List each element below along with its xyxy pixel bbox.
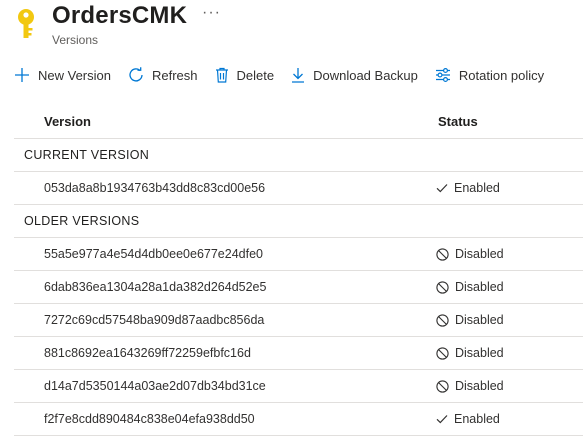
- status-text: Enabled: [454, 181, 500, 195]
- table-row[interactable]: 053da8a8b1934763b43dd8c83cd00e56 Enabled: [14, 172, 583, 205]
- version-id[interactable]: 55a5e977a4e54d4db0ee0e677e24dfe0: [44, 238, 263, 270]
- status-text: Disabled: [455, 346, 504, 360]
- new-version-button[interactable]: New Version: [14, 62, 111, 88]
- page-header: OrdersCMK Versions ···: [0, 0, 583, 58]
- blocked-icon: [436, 247, 449, 261]
- command-bar: New Version Refresh Delete Download Back…: [14, 62, 544, 88]
- table-header: Version Status: [14, 106, 583, 139]
- page-subtitle: Versions: [52, 33, 99, 47]
- version-id[interactable]: 7272c69cd57548ba909d87aadbc856da: [44, 304, 264, 336]
- table-row[interactable]: 55a5e977a4e54d4db0ee0e677e24dfe0 Disable…: [14, 238, 583, 271]
- versions-table: Version Status CURRENT VERSION 053da8a8b…: [14, 106, 583, 436]
- table-row[interactable]: 881c8692ea1643269ff72259efbfc16d Disable…: [14, 337, 583, 370]
- refresh-button[interactable]: Refresh: [128, 62, 198, 88]
- table-row[interactable]: 7272c69cd57548ba909d87aadbc856da Disable…: [14, 304, 583, 337]
- status-text: Disabled: [455, 280, 504, 294]
- new-version-label: New Version: [38, 67, 111, 83]
- status-cell: Enabled: [436, 172, 500, 204]
- status-cell: Enabled: [436, 403, 500, 435]
- status-cell: Disabled: [436, 271, 504, 303]
- status-text: Disabled: [455, 247, 504, 261]
- status-cell: Disabled: [436, 337, 504, 369]
- rotation-policy-button[interactable]: Rotation policy: [435, 62, 544, 88]
- download-icon: [292, 68, 305, 83]
- status-cell: Disabled: [436, 238, 504, 270]
- refresh-icon: [129, 67, 143, 82]
- download-backup-label: Download Backup: [313, 67, 418, 83]
- column-header-version[interactable]: Version: [44, 106, 91, 138]
- group-header-current: CURRENT VERSION: [14, 139, 583, 172]
- blocked-icon: [436, 313, 449, 327]
- sliders-icon: [435, 68, 450, 83]
- table-row[interactable]: f2f7e8cdd890484c838e04efa938dd50 Enabled: [14, 403, 583, 436]
- check-icon: [436, 415, 448, 424]
- refresh-label: Refresh: [151, 67, 198, 83]
- blocked-icon: [436, 346, 449, 360]
- delete-button[interactable]: Delete: [215, 62, 275, 88]
- blocked-icon: [436, 379, 449, 393]
- version-id[interactable]: 881c8692ea1643269ff72259efbfc16d: [44, 337, 251, 369]
- status-cell: Disabled: [436, 304, 504, 336]
- group-header-older: OLDER VERSIONS: [14, 205, 583, 238]
- column-header-status[interactable]: Status: [438, 106, 478, 138]
- status-text: Disabled: [455, 379, 504, 393]
- status-text: Disabled: [455, 313, 504, 327]
- rotation-policy-label: Rotation policy: [458, 67, 545, 83]
- version-id[interactable]: d14a7d5350144a03ae2d07db34bd31ce: [44, 370, 266, 402]
- group-label: CURRENT VERSION: [24, 148, 150, 162]
- version-id[interactable]: 6dab836ea1304a28a1da382d264d52e5: [44, 271, 266, 303]
- group-label: OLDER VERSIONS: [24, 214, 140, 228]
- page-title: OrdersCMK: [52, 2, 188, 29]
- download-backup-button[interactable]: Download Backup: [291, 62, 418, 88]
- more-options-button[interactable]: ···: [202, 4, 221, 22]
- table-row[interactable]: 6dab836ea1304a28a1da382d264d52e5 Disable…: [14, 271, 583, 304]
- plus-icon: [15, 68, 29, 82]
- key-icon: [18, 9, 34, 38]
- table-row[interactable]: d14a7d5350144a03ae2d07db34bd31ce Disable…: [14, 370, 583, 403]
- delete-label: Delete: [236, 67, 275, 83]
- version-id[interactable]: 053da8a8b1934763b43dd8c83cd00e56: [44, 172, 265, 204]
- status-cell: Disabled: [436, 370, 504, 402]
- check-icon: [436, 184, 448, 193]
- blocked-icon: [436, 280, 449, 294]
- trash-icon: [215, 67, 228, 83]
- version-id[interactable]: f2f7e8cdd890484c838e04efa938dd50: [44, 403, 255, 435]
- status-text: Enabled: [454, 412, 500, 426]
